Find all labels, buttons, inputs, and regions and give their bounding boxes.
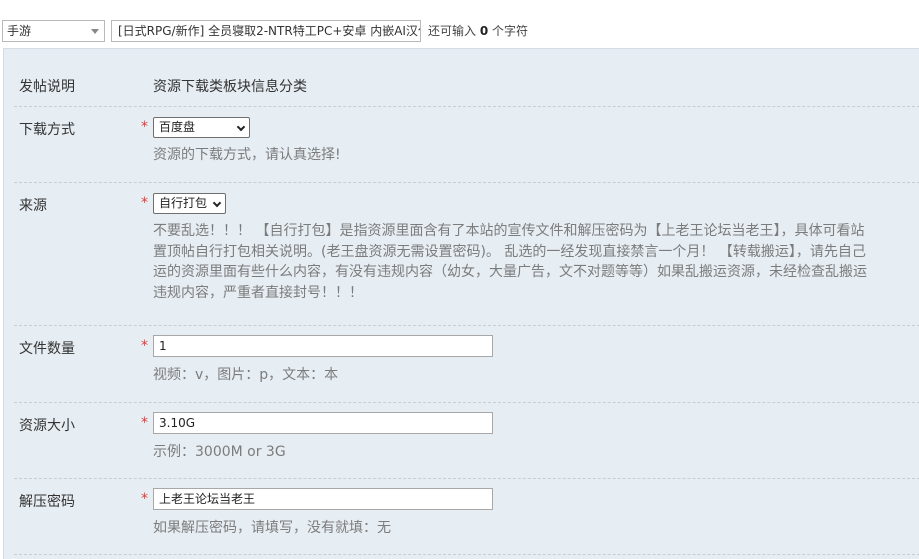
source-selected: 自行打包 (159, 196, 208, 210)
resource-size-hint: 示例：3000M or 3G (153, 444, 286, 460)
file-count-input[interactable]: 1 (153, 335, 493, 357)
download-method-select[interactable]: 百度盘 (153, 117, 250, 138)
form-row-post-note: 发帖说明 资源下载类板块信息分类 (14, 49, 919, 107)
title-input[interactable]: [日式RPG/新作] 全员寝取2-NTR特工PC+安卓 内嵌AI汉化 (111, 20, 421, 42)
form-row-file-count: 文件数量 * 1 视频：v，图片：p，文本：本 (14, 326, 919, 403)
post-title-bar: 手游 [日式RPG/新作] 全员寝取2-NTR特工PC+安卓 内嵌AI汉化 还可… (0, 0, 919, 48)
post-note-label: 发帖说明 (19, 79, 75, 95)
category-select[interactable]: 手游 (2, 20, 105, 42)
char-hint-prefix: 还可输入 (428, 24, 477, 38)
download-method-selected: 百度盘 (159, 120, 196, 134)
chevron-down-icon (91, 29, 99, 34)
source-hint-line: 置顶帖自行打包相关说明。(老王盘资源无需设置密码)。 乱选的一经发现直接禁言一个… (153, 244, 866, 260)
file-count-label: 文件数量 (19, 341, 75, 357)
file-count-hint: 视频：v，图片：p，文本：本 (153, 367, 339, 383)
char-count-hint: 还可输入 0 个字符 (428, 20, 528, 42)
char-hint-count: 0 (479, 24, 489, 38)
source-select[interactable]: 自行打包 (153, 193, 226, 214)
required-mark: * (141, 415, 148, 431)
chevron-down-icon (212, 198, 222, 208)
required-mark: * (141, 338, 148, 354)
unzip-password-label: 解压密码 (19, 494, 75, 510)
resource-size-input[interactable]: 3.10G (153, 412, 493, 434)
unzip-password-hint: 如果解压密码，请填写，没有就填：无 (153, 520, 391, 536)
form-row-download-method: 下载方式 * 百度盘 资源的下载方式，请认真选择! (14, 107, 919, 183)
required-mark: * (141, 491, 148, 507)
category-select-value: 手游 (7, 24, 32, 38)
unzip-password-input[interactable]: 上老王论坛当老王 (153, 488, 493, 510)
char-hint-suffix: 个字符 (492, 24, 529, 38)
required-mark: * (141, 119, 148, 135)
form-row-unzip-password: 解压密码 * 上老王论坛当老王 如果解压密码，请填写，没有就填：无 (14, 479, 919, 555)
download-method-hint: 资源的下载方式，请认真选择! (153, 147, 341, 163)
source-hint-line: 运的资源里面有些什么内容，有没有违规内容（幼女，大量广告，文不对题等等）如果乱搬… (153, 264, 867, 280)
classification-form: 发帖说明 资源下载类板块信息分类 下载方式 * 百度盘 资源的下载方式，请认真选… (3, 48, 919, 559)
source-hint-line: 不要乱选！！！ 【自行打包】是指资源里面含有了本站的宣传文件和解压密码为【上老王… (153, 223, 865, 239)
source-label: 来源 (19, 198, 47, 214)
download-method-label: 下载方式 (19, 122, 75, 138)
required-mark: * (141, 195, 148, 211)
form-row-source: 来源 * 自行打包 不要乱选！！！ 【自行打包】是指资源里面含有了本站的宣传文件… (14, 183, 919, 326)
post-note-value: 资源下载类板块信息分类 (153, 79, 307, 95)
form-row-resource-size: 资源大小 * 3.10G 示例：3000M or 3G (14, 403, 919, 479)
source-hint-line: 违规内容，严重者直接封号！！！ (153, 285, 363, 301)
resource-size-label: 资源大小 (19, 418, 75, 434)
chevron-down-icon (236, 122, 246, 132)
